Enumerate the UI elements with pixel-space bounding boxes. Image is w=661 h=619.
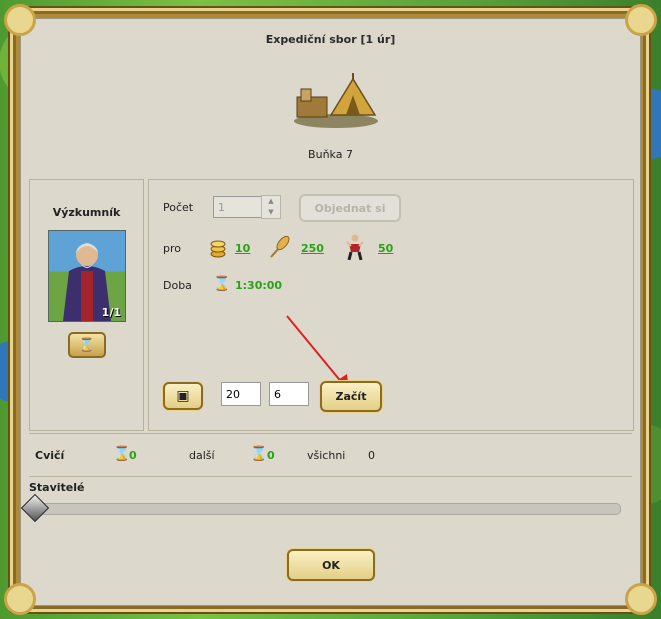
order-panel: Počet ▲ ▼ Objednat si pro 10 250 50 Doba… xyxy=(148,179,634,431)
unit-name: Výzkumník xyxy=(52,206,121,219)
chest-icon: ▣ xyxy=(176,388,190,404)
treasure-chest-button[interactable]: ▣ xyxy=(163,382,203,410)
wheat-icon xyxy=(269,235,291,259)
duration-label: Doba xyxy=(163,279,192,292)
training-status-row: Cvičí ⌛ 0 další ⌛ 0 všichni 0 xyxy=(29,433,632,477)
researcher-portrait[interactable]: 1/1 xyxy=(48,230,126,322)
all-count: 0 xyxy=(368,449,375,462)
all-label: všichni xyxy=(307,449,346,462)
hourglass-icon: ⌛ xyxy=(250,446,268,462)
tent-camp-icon xyxy=(294,73,378,128)
duration-value: 1:30:00 xyxy=(235,279,283,292)
gold-coins-icon xyxy=(209,236,227,258)
corner-ornament xyxy=(4,4,36,36)
settler-icon xyxy=(345,234,365,261)
corner-ornament xyxy=(625,4,657,36)
train-time-button[interactable]: ⌛ xyxy=(68,332,106,358)
dialog-title: Expediční sbor [1 úr] xyxy=(265,33,396,46)
gold-cost: 10 xyxy=(235,242,251,255)
training-count: 0 xyxy=(129,449,137,462)
next-count: 0 xyxy=(267,449,275,462)
hourglass-icon: ⌛ xyxy=(213,276,231,292)
cell-label: Buňka 7 xyxy=(308,148,353,161)
train-field-2[interactable] xyxy=(269,382,309,406)
slider-handle[interactable] xyxy=(20,493,50,523)
corner-ornament xyxy=(625,583,657,615)
unit-count: 1/1 xyxy=(101,306,121,319)
dialog-panel: Expediční sbor [1 úr] Buňka 7 Výzkumník … xyxy=(20,18,641,606)
hourglass-scroll-icon: ⌛ xyxy=(78,337,96,353)
order-button[interactable]: Objednat si xyxy=(299,194,401,222)
builders-label: Stavitelé xyxy=(29,481,85,494)
stepper-up-icon[interactable]: ▲ xyxy=(262,196,280,207)
next-label: další xyxy=(189,449,215,462)
ok-button[interactable]: OK xyxy=(287,549,375,581)
start-button[interactable]: Začít xyxy=(320,381,382,412)
training-label: Cvičí xyxy=(35,449,65,462)
corner-ornament xyxy=(4,583,36,615)
count-label: Počet xyxy=(163,201,194,214)
count-input[interactable] xyxy=(213,196,263,218)
builders-slider[interactable] xyxy=(25,503,621,515)
wheat-cost: 250 xyxy=(301,242,324,255)
settler-cost: 50 xyxy=(378,242,394,255)
hourglass-icon: ⌛ xyxy=(113,446,131,462)
unit-panel: Výzkumník 1/1 ⌛ xyxy=(29,179,144,431)
count-stepper[interactable]: ▲ ▼ xyxy=(261,195,281,219)
for-label: pro xyxy=(163,242,181,255)
train-field-1[interactable] xyxy=(221,382,261,406)
stepper-down-icon[interactable]: ▼ xyxy=(262,207,280,218)
